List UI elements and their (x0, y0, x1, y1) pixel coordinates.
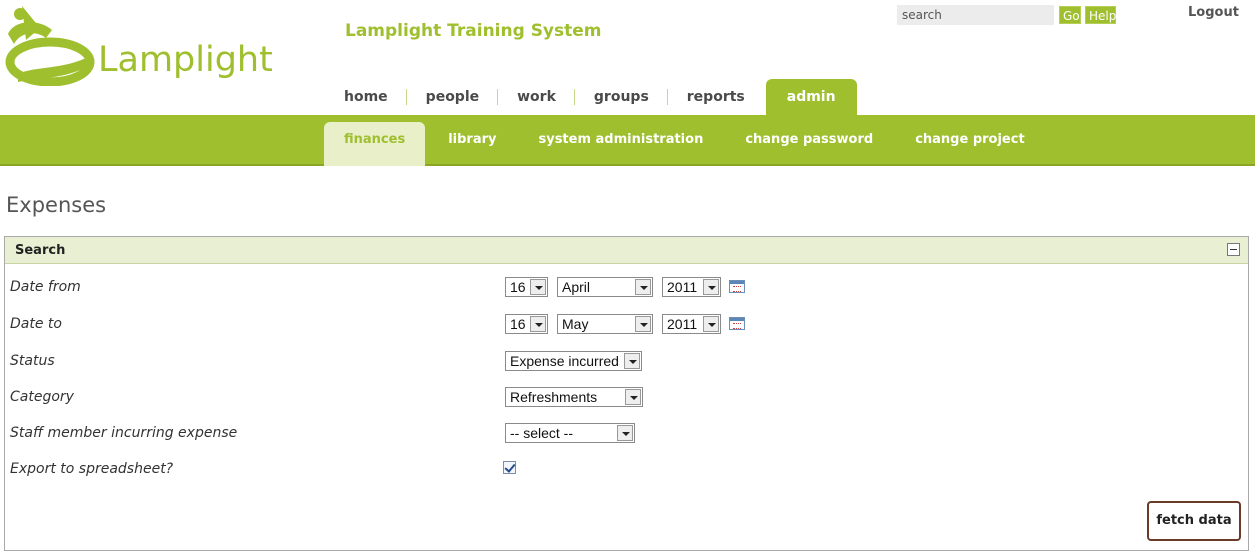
fetch-data-button[interactable]: fetch data (1147, 501, 1241, 541)
app-title: Lamplight Training System (345, 21, 602, 41)
subnav-change-project[interactable]: change project (894, 122, 1045, 166)
subnav-change-password[interactable]: change password (724, 122, 894, 166)
chevron-down-icon (703, 279, 719, 295)
date-from-year-select[interactable]: 2011 (662, 277, 721, 297)
category-select[interactable]: Refreshments (505, 387, 643, 407)
staff-select[interactable]: -- select -- (505, 423, 635, 443)
nav-home[interactable]: home (325, 79, 407, 115)
date-to-label: Date to (10, 316, 62, 332)
subnav-finances[interactable]: finances (324, 122, 426, 166)
main-nav: home people work groups reports admin (325, 79, 857, 115)
date-from-day-value: 16 (510, 279, 526, 295)
nav-admin[interactable]: admin (765, 79, 857, 115)
category-value: Refreshments (510, 389, 598, 405)
calendar-icon[interactable] (729, 280, 745, 293)
chevron-down-icon (617, 425, 633, 441)
go-button[interactable]: Go (1059, 6, 1081, 24)
page-title: Expenses (6, 193, 107, 217)
export-label: Export to spreadsheet? (10, 461, 174, 477)
search-panel: Search Date from 16 April 2011 Date to 1… (4, 236, 1249, 551)
logo-text: Lamplight (98, 40, 273, 80)
search-panel-title: Search (15, 243, 66, 258)
logout-link[interactable]: Logout (1188, 5, 1239, 20)
export-checkbox[interactable] (503, 461, 516, 474)
date-from-day-select[interactable]: 16 (505, 277, 548, 297)
nav-groups[interactable]: groups (575, 79, 668, 115)
subnav-library[interactable]: library (427, 122, 517, 166)
date-to-year-value: 2011 (667, 316, 698, 332)
sub-nav: finances library system administration c… (0, 115, 1255, 166)
subnav-system-administration[interactable]: system administration (517, 122, 724, 166)
nav-reports[interactable]: reports (668, 79, 764, 115)
search-input[interactable] (897, 5, 1054, 25)
chevron-down-icon (635, 279, 651, 295)
collapse-icon[interactable] (1227, 243, 1240, 256)
status-select[interactable]: Expense incurred (505, 351, 642, 371)
search-panel-header: Search (5, 237, 1248, 264)
date-from-month-select[interactable]: April (557, 277, 653, 297)
date-to-year-select[interactable]: 2011 (662, 314, 721, 334)
date-to-day-select[interactable]: 16 (505, 314, 548, 334)
date-to-day-value: 16 (510, 316, 526, 332)
date-from-year-value: 2011 (667, 279, 698, 295)
chevron-down-icon (625, 389, 641, 405)
chevron-down-icon (530, 316, 546, 332)
category-label: Category (10, 389, 74, 405)
staff-label: Staff member incurring expense (10, 425, 238, 441)
date-from-month-value: April (562, 279, 591, 295)
chevron-down-icon (703, 316, 719, 332)
chevron-down-icon (530, 279, 546, 295)
calendar-icon[interactable] (729, 317, 745, 330)
help-button[interactable]: Help (1085, 6, 1116, 24)
status-label: Status (10, 353, 55, 369)
date-from-label: Date from (10, 279, 81, 295)
status-value: Expense incurred (510, 353, 619, 369)
chevron-down-icon (635, 316, 651, 332)
nav-work[interactable]: work (498, 79, 575, 115)
date-to-month-value: May (562, 316, 589, 332)
chevron-down-icon (624, 353, 640, 369)
date-to-month-select[interactable]: May (557, 314, 653, 334)
header: Lamplight Lamplight Training System Go H… (0, 0, 1255, 115)
staff-value: -- select -- (510, 425, 573, 441)
nav-people[interactable]: people (407, 79, 499, 115)
